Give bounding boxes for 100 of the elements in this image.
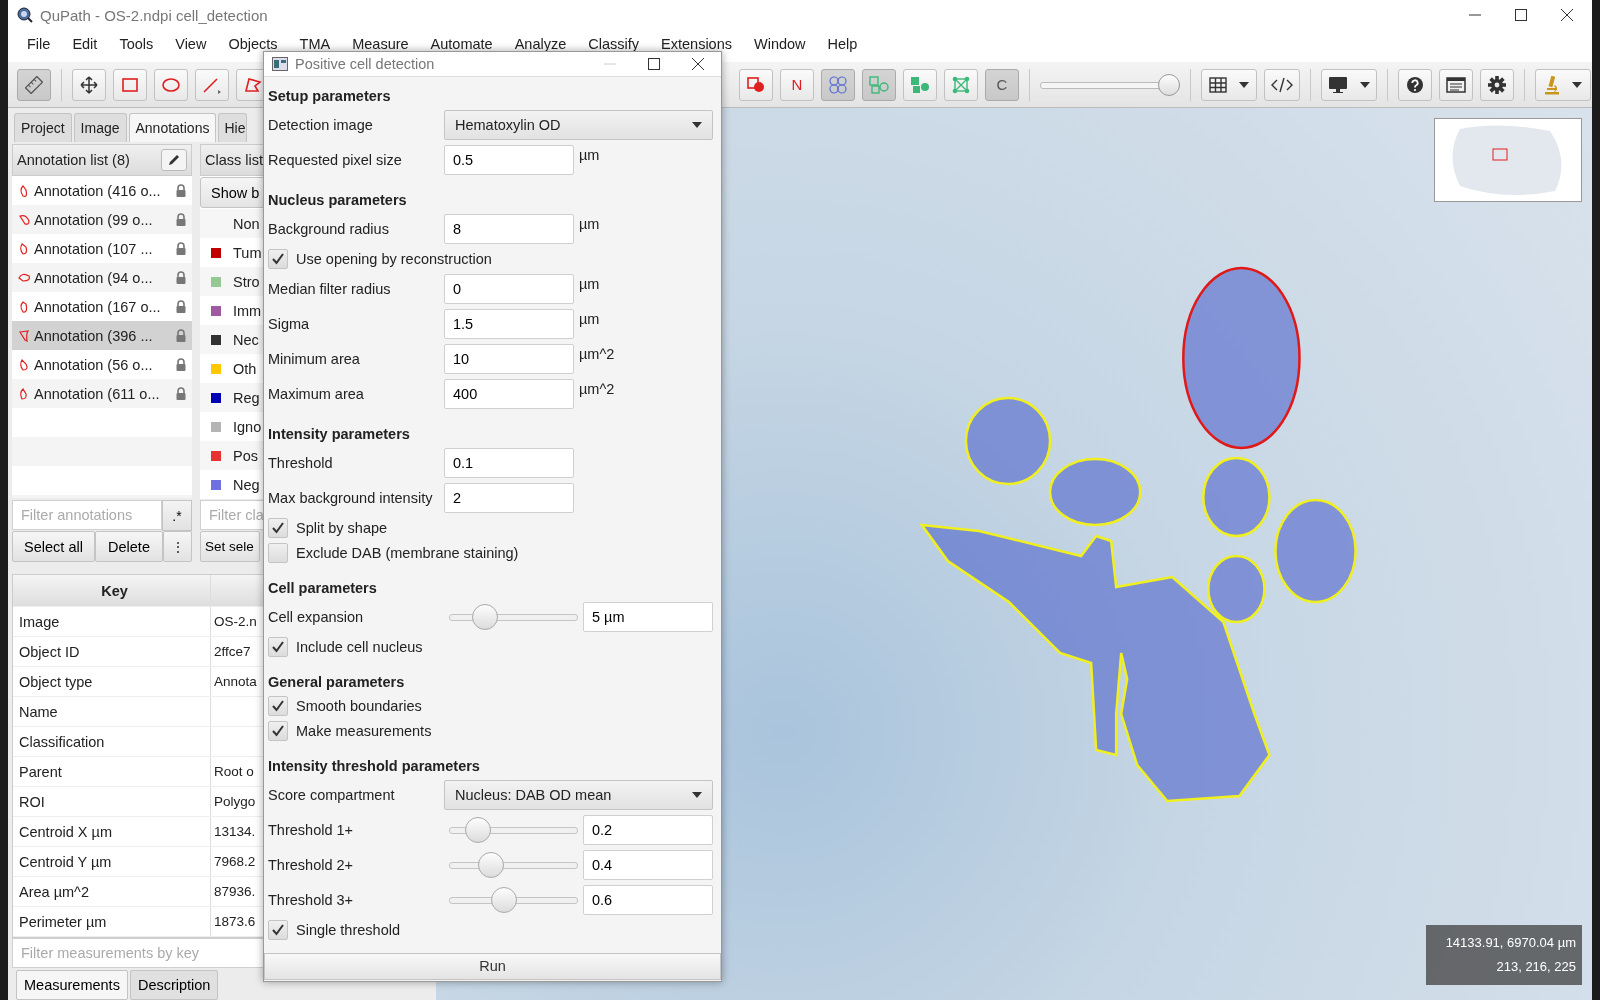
checkbox-label: Use opening by reconstruction: [296, 251, 492, 267]
table-cell: Name: [13, 697, 211, 726]
input-field[interactable]: 0.4: [583, 850, 713, 880]
slider[interactable]: [449, 604, 578, 630]
input-field[interactable]: 0: [444, 274, 574, 304]
checkbox[interactable]: [268, 920, 288, 940]
tab[interactable]: Image: [73, 113, 127, 142]
menu-item[interactable]: Objects: [217, 36, 289, 52]
menu-button[interactable]: [1201, 68, 1257, 101]
menu-item[interactable]: View: [164, 36, 218, 52]
section-heading: Setup parameters: [268, 86, 392, 106]
input-field[interactable]: 8: [444, 214, 574, 244]
input-field[interactable]: 0.6: [583, 885, 713, 915]
lock-icon: [176, 184, 186, 197]
tool-button[interactable]: [17, 68, 51, 101]
menu-item[interactable]: TMA: [288, 36, 342, 52]
tab[interactable]: Description: [129, 970, 219, 1000]
menu-item[interactable]: Edit: [61, 36, 109, 52]
tool-button[interactable]: [1398, 68, 1432, 101]
input-field[interactable]: 1.5: [444, 309, 574, 339]
caret-icon: [1572, 81, 1582, 88]
tab[interactable]: Measurements: [16, 970, 128, 1000]
slider[interactable]: [449, 852, 578, 878]
tab[interactable]: Project: [14, 113, 72, 142]
slider[interactable]: [449, 887, 578, 913]
menu-item[interactable]: Classify: [577, 36, 651, 52]
input-field[interactable]: 400: [444, 379, 574, 409]
run-button[interactable]: Run: [264, 952, 721, 980]
table-cell-text: 87936.: [213, 883, 257, 901]
checkbox[interactable]: [268, 518, 288, 538]
table-cell: ROI: [13, 787, 211, 816]
button[interactable]: Delete: [95, 531, 163, 562]
pixel-values: 213, 216, 225: [1495, 958, 1576, 976]
opacity-slider[interactable]: [1040, 73, 1180, 96]
field-label: Threshold 1+: [268, 822, 355, 838]
checkbox[interactable]: [268, 249, 288, 269]
line-icon: [202, 75, 222, 94]
menu-item[interactable]: Extensions: [650, 36, 743, 52]
input-field[interactable]: 10: [444, 344, 574, 374]
caret-icon: [692, 792, 702, 798]
regex-button[interactable]: .*: [162, 500, 192, 531]
tool-button[interactable]: [1439, 68, 1473, 101]
table-cell: Object type: [13, 667, 211, 696]
tool-button[interactable]: [1264, 68, 1300, 101]
field-label: Maximum area: [268, 386, 365, 402]
unit-label: µm^2: [579, 380, 615, 397]
menu-item[interactable]: Measure: [341, 36, 420, 52]
table-cell: Parent: [13, 757, 211, 786]
lock-icon: [176, 242, 186, 255]
checkbox[interactable]: [268, 721, 288, 741]
menu-item[interactable]: Window: [743, 36, 817, 52]
input-field[interactable]: 0.5: [444, 145, 574, 175]
section-heading: Nucleus parameters: [268, 190, 408, 210]
overview-thumbnail[interactable]: [1434, 118, 1582, 202]
checkbox-label: Include cell nucleus: [296, 639, 423, 655]
filter-field[interactable]: Filter annotations: [12, 500, 162, 530]
list-item[interactable]: Annotation (396 ...: [12, 321, 192, 350]
more-button[interactable]: ⋮: [163, 531, 192, 562]
button[interactable]: Set sele: [200, 531, 260, 562]
checkbox[interactable]: [268, 543, 288, 563]
cells-icon: [829, 75, 847, 94]
input-field[interactable]: 0.2: [583, 815, 713, 845]
checkbox[interactable]: [268, 637, 288, 657]
menu-item[interactable]: Help: [816, 36, 869, 52]
table-cell: Object ID: [13, 637, 211, 666]
tool-button[interactable]: [72, 68, 106, 101]
field-label: Max background intensity: [268, 490, 434, 506]
toggle-button[interactable]: N: [780, 68, 814, 101]
menu-item[interactable]: Automate: [419, 36, 504, 52]
unit-label: µm: [579, 215, 600, 232]
annotation-shape-icon: [18, 357, 30, 372]
annotation-shape-icon: [18, 299, 30, 314]
field-label: Cell expansion: [268, 609, 365, 625]
window-icon: [272, 56, 288, 71]
input-field[interactable]: 5 µm: [583, 602, 713, 632]
input-field[interactable]: 0.1: [444, 448, 574, 478]
lock-icon: [176, 300, 186, 313]
toggle-button[interactable]: C: [985, 68, 1019, 101]
checkbox[interactable]: [268, 696, 288, 716]
field-label: Minimum area: [268, 351, 361, 367]
table-cell: Centroid X µm: [13, 817, 211, 846]
menu-item[interactable]: Analyze: [503, 36, 578, 52]
detections-icon: [910, 75, 930, 94]
menu-item[interactable]: File: [16, 36, 62, 52]
menu-item[interactable]: Tools: [108, 36, 165, 52]
cursor-position: 14133.91, 6970.04 µm: [1444, 934, 1576, 952]
caret-icon: [692, 122, 702, 128]
dropdown[interactable]: Nucleus: DAB OD mean: [444, 780, 713, 810]
tab[interactable]: Hie: [218, 113, 248, 142]
menu-button[interactable]: [1321, 68, 1377, 101]
annotation-outline[interactable]: [1182, 266, 1301, 450]
dropdown[interactable]: Hematoxylin OD: [444, 110, 713, 140]
unit-label: µm: [579, 310, 600, 327]
slider[interactable]: [449, 817, 578, 843]
edit-button[interactable]: [161, 149, 187, 171]
input-field[interactable]: 2: [444, 483, 574, 513]
lock-icon: [176, 271, 186, 284]
tab[interactable]: Annotations: [128, 113, 217, 142]
button[interactable]: Select all: [12, 531, 95, 562]
tool-button[interactable]: [1480, 68, 1514, 101]
